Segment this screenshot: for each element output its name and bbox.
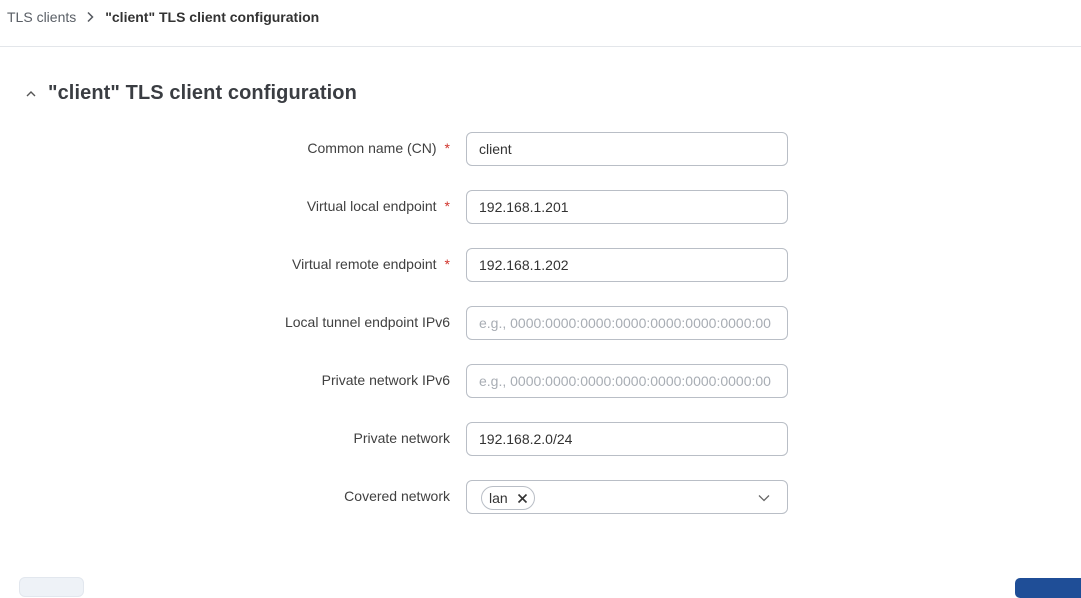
local-tunnel-endpoint-ipv6-input[interactable] bbox=[466, 306, 788, 340]
breadcrumb-current: "client" TLS client configuration bbox=[105, 8, 320, 25]
breadcrumb-link-tls-clients[interactable]: TLS clients bbox=[7, 9, 76, 25]
local-tunnel-endpoint-ipv6-row: Local tunnel endpoint IPv6 bbox=[0, 306, 1081, 340]
breadcrumb: TLS clients "client" TLS client configur… bbox=[0, 0, 1081, 47]
covered-network-row: Covered network lan bbox=[0, 480, 1081, 514]
covered-network-chip-lan: lan bbox=[481, 486, 535, 510]
private-network-ipv6-input[interactable] bbox=[466, 364, 788, 398]
common-name-input[interactable] bbox=[466, 132, 788, 166]
local-tunnel-endpoint-ipv6-label: Local tunnel endpoint IPv6 bbox=[284, 314, 450, 330]
virtual-local-endpoint-input[interactable] bbox=[466, 190, 788, 224]
virtual-remote-endpoint-label-text: Virtual remote endpoint bbox=[292, 256, 437, 272]
virtual-local-endpoint-label: Virtual local endpoint * bbox=[307, 198, 450, 214]
chip-label: lan bbox=[489, 490, 508, 506]
section-toggle[interactable]: "client" TLS client configuration bbox=[24, 82, 357, 105]
primary-button[interactable] bbox=[1015, 578, 1081, 598]
virtual-remote-endpoint-input[interactable] bbox=[466, 248, 788, 282]
covered-network-select[interactable]: lan bbox=[466, 480, 788, 514]
common-name-row: Common name (CN) * bbox=[0, 132, 1081, 166]
chevron-up-icon bbox=[26, 90, 36, 96]
virtual-remote-endpoint-label: Virtual remote endpoint * bbox=[292, 256, 450, 272]
section-title: "client" TLS client configuration bbox=[48, 82, 357, 104]
secondary-button[interactable] bbox=[19, 577, 84, 597]
virtual-remote-endpoint-row: Virtual remote endpoint * bbox=[0, 248, 1081, 282]
chevron-right-icon bbox=[87, 11, 94, 22]
private-network-row: Private network bbox=[0, 422, 1081, 456]
covered-network-label: Covered network bbox=[344, 488, 450, 504]
required-marker: * bbox=[444, 140, 450, 156]
required-marker: * bbox=[444, 256, 450, 272]
required-marker: * bbox=[444, 198, 450, 214]
close-icon[interactable] bbox=[517, 493, 528, 504]
virtual-local-endpoint-row: Virtual local endpoint * bbox=[0, 190, 1081, 224]
common-name-label: Common name (CN) * bbox=[307, 140, 450, 156]
common-name-label-text: Common name (CN) bbox=[307, 140, 437, 156]
private-network-ipv6-row: Private network IPv6 bbox=[0, 364, 1081, 398]
private-network-input[interactable] bbox=[466, 422, 788, 456]
private-network-ipv6-label: Private network IPv6 bbox=[321, 372, 450, 388]
chevron-down-icon bbox=[758, 495, 770, 502]
virtual-local-endpoint-label-text: Virtual local endpoint bbox=[306, 198, 437, 214]
private-network-label: Private network bbox=[353, 430, 450, 446]
